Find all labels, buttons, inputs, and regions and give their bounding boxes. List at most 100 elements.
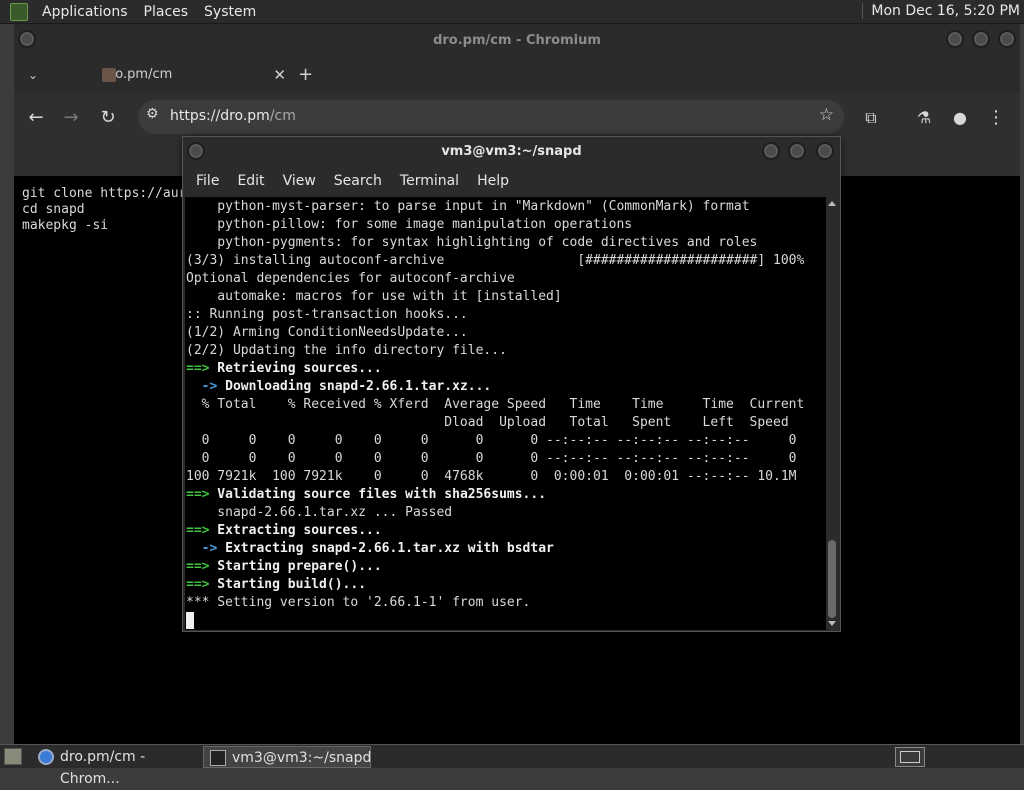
address-bar[interactable]: ⚙ https://dro.pm/cm ☆ (138, 100, 844, 134)
workspace-1[interactable] (900, 751, 920, 763)
terminal-line-prefix: -> (186, 541, 218, 556)
terminal-line-text: (3/3) installing autoconf-archive [#####… (186, 253, 805, 268)
tab-close-icon[interactable]: ✕ (273, 58, 286, 92)
terminal-line-text: Starting build()... (209, 577, 367, 592)
terminal-line-text: 0 0 0 0 0 0 0 0 --:--:-- --:--:-- --:--:… (186, 433, 797, 448)
terminal-close-button[interactable] (816, 142, 834, 160)
url-scheme: https:// (170, 108, 221, 124)
menu-kebab-icon[interactable]: ⋮ (984, 106, 1008, 130)
clock[interactable]: Mon Dec 16, 5:20 PM (862, 3, 1020, 19)
url-text[interactable]: https://dro.pm/cm (170, 108, 296, 124)
workspace-switcher[interactable] (895, 747, 925, 767)
task-browser[interactable]: dro.pm/cm - Chrom... (32, 746, 200, 787)
browser-window-title: dro.pm/cm - Chromium (433, 33, 601, 48)
browser-titlebar[interactable]: dro.pm/cm - Chromium (14, 24, 1020, 58)
favicon-icon (102, 68, 116, 82)
menu-applications[interactable]: Applications (34, 4, 136, 20)
terminal-line: python-pygments: for syntax highlighting… (186, 234, 827, 252)
back-arrow-icon[interactable]: ← (24, 106, 48, 130)
forward-arrow-icon[interactable]: → (59, 106, 83, 130)
bottom-taskbar: dro.pm/cm - Chrom... vm3@vm3:~/snapd (0, 744, 1024, 787)
terminal-scrollbar[interactable] (826, 197, 838, 630)
terminal-line-text: 100 7921k 100 7921k 0 0 4768k 0 0:00:01 … (186, 469, 797, 484)
terminal-output[interactable]: python-myst-parser: to parse input in "M… (185, 197, 827, 630)
site-settings-icon[interactable]: ⚙ (146, 106, 159, 122)
window-menu-button[interactable] (18, 30, 36, 48)
terminal-line-prefix: ==> (186, 577, 210, 592)
terminal-line-text: Extracting sources... (209, 523, 382, 538)
scroll-up-arrow-icon[interactable] (828, 201, 836, 206)
terminal-line: -> Extracting snapd-2.66.1.tar.xz with b… (186, 540, 827, 558)
url-path: /cm (269, 108, 296, 124)
show-desktop-icon[interactable] (4, 748, 22, 765)
terminal-line-text: % Total % Received % Xferd Average Speed… (186, 397, 805, 412)
terminal-line: 0 0 0 0 0 0 0 0 --:--:-- --:--:-- --:--:… (186, 432, 827, 450)
terminal-line-text: 0 0 0 0 0 0 0 0 --:--:-- --:--:-- --:--:… (186, 451, 797, 466)
scrollbar-thumb[interactable] (828, 540, 836, 618)
minimize-button[interactable] (946, 30, 964, 48)
terminal-line-text: python-pillow: for some image manipulati… (186, 217, 633, 232)
maximize-button[interactable] (972, 30, 990, 48)
menu-places[interactable]: Places (136, 4, 197, 20)
labs-flask-icon[interactable]: ⚗ (912, 106, 936, 130)
terminal-line: *** Setting version to '2.66.1-1' from u… (186, 594, 827, 612)
menu-terminal[interactable]: Terminal (391, 173, 468, 189)
close-window-button[interactable] (998, 30, 1016, 48)
profile-icon[interactable]: ● (948, 106, 972, 130)
terminal-line: ==> Starting build()... (186, 576, 827, 594)
terminal-line: ==> Extracting sources... (186, 522, 827, 540)
terminal-line: (1/2) Arming ConditionNeedsUpdate... (186, 324, 827, 342)
terminal-line: ==> Validating source files with sha256s… (186, 486, 827, 504)
terminal-line: Optional dependencies for autoconf-archi… (186, 270, 827, 288)
terminal-line: snapd-2.66.1.tar.xz ... Passed (186, 504, 827, 522)
terminal-titlebar[interactable]: vm3@vm3:~/snapd (183, 137, 840, 167)
menu-search[interactable]: Search (325, 173, 391, 189)
terminal-line: % Total % Received % Xferd Average Speed… (186, 396, 827, 414)
menu-system[interactable]: System (196, 4, 264, 20)
terminal-cursor (186, 612, 194, 629)
task-terminal-label: vm3@vm3:~/snapd (232, 750, 372, 766)
menu-edit[interactable]: Edit (228, 173, 273, 189)
task-terminal[interactable]: vm3@vm3:~/snapd (203, 746, 371, 768)
terminal-line-text: Retrieving sources... (209, 361, 382, 376)
terminal-maximize-button[interactable] (788, 142, 806, 160)
tab-strip: ⌄ dro.pm/cm ✕ + (14, 58, 1020, 92)
terminal-line-prefix: ==> (186, 487, 210, 502)
chromium-icon (38, 749, 54, 765)
terminal-minimize-button[interactable] (762, 142, 780, 160)
extensions-icon[interactable]: ⧉ (859, 106, 883, 130)
terminal-title: vm3@vm3:~/snapd (441, 144, 582, 159)
terminal-line: Dload Upload Total Spent Left Speed (186, 414, 827, 432)
terminal-menubar: File Edit View Search Terminal Help (183, 167, 840, 195)
tab-search-icon[interactable]: ⌄ (28, 58, 38, 92)
terminal-icon (210, 750, 226, 766)
terminal-line: :: Running post-transaction hooks... (186, 306, 827, 324)
applications-menu-icon[interactable] (10, 2, 28, 21)
new-tab-icon[interactable]: + (298, 58, 313, 92)
terminal-line-text: Dload Upload Total Spent Left Speed (186, 415, 789, 430)
terminal-line: python-pillow: for some image manipulati… (186, 216, 827, 234)
terminal-line-text: (2/2) Updating the info directory file..… (186, 343, 507, 358)
terminal-line-text: snapd-2.66.1.tar.xz ... Passed (186, 505, 453, 520)
menu-view[interactable]: View (274, 173, 325, 189)
menu-file[interactable]: File (187, 173, 228, 189)
terminal-line: 100 7921k 100 7921k 0 0 4768k 0 0:00:01 … (186, 468, 827, 486)
terminal-line-text: Starting prepare()... (209, 559, 382, 574)
terminal-line: -> Downloading snapd-2.66.1.tar.xz... (186, 378, 827, 396)
scroll-down-arrow-icon[interactable] (828, 621, 836, 626)
terminal-line: 0 0 0 0 0 0 0 0 --:--:-- --:--:-- --:--:… (186, 450, 827, 468)
terminal-line: (2/2) Updating the info directory file..… (186, 342, 827, 360)
terminal-line-text: Downloading snapd-2.66.1.tar.xz... (217, 379, 492, 394)
terminal-window-menu-button[interactable] (187, 142, 205, 160)
terminal-line-text: Extracting snapd-2.66.1.tar.xz with bsdt… (217, 541, 554, 556)
terminal-line: (3/3) installing autoconf-archive [#####… (186, 252, 827, 270)
terminal-line: automake: macros for use with it [instal… (186, 288, 827, 306)
menu-help[interactable]: Help (468, 173, 518, 189)
reload-icon[interactable]: ↻ (96, 106, 120, 130)
bookmark-star-icon[interactable]: ☆ (819, 105, 834, 125)
tab-dro-pm[interactable]: dro.pm/cm ✕ (54, 58, 286, 92)
terminal-line-text: python-pygments: for syntax highlighting… (186, 235, 758, 250)
terminal-line-prefix: ==> (186, 523, 210, 538)
terminal-line-prefix: ==> (186, 559, 210, 574)
url-host: dro.pm (220, 108, 270, 124)
